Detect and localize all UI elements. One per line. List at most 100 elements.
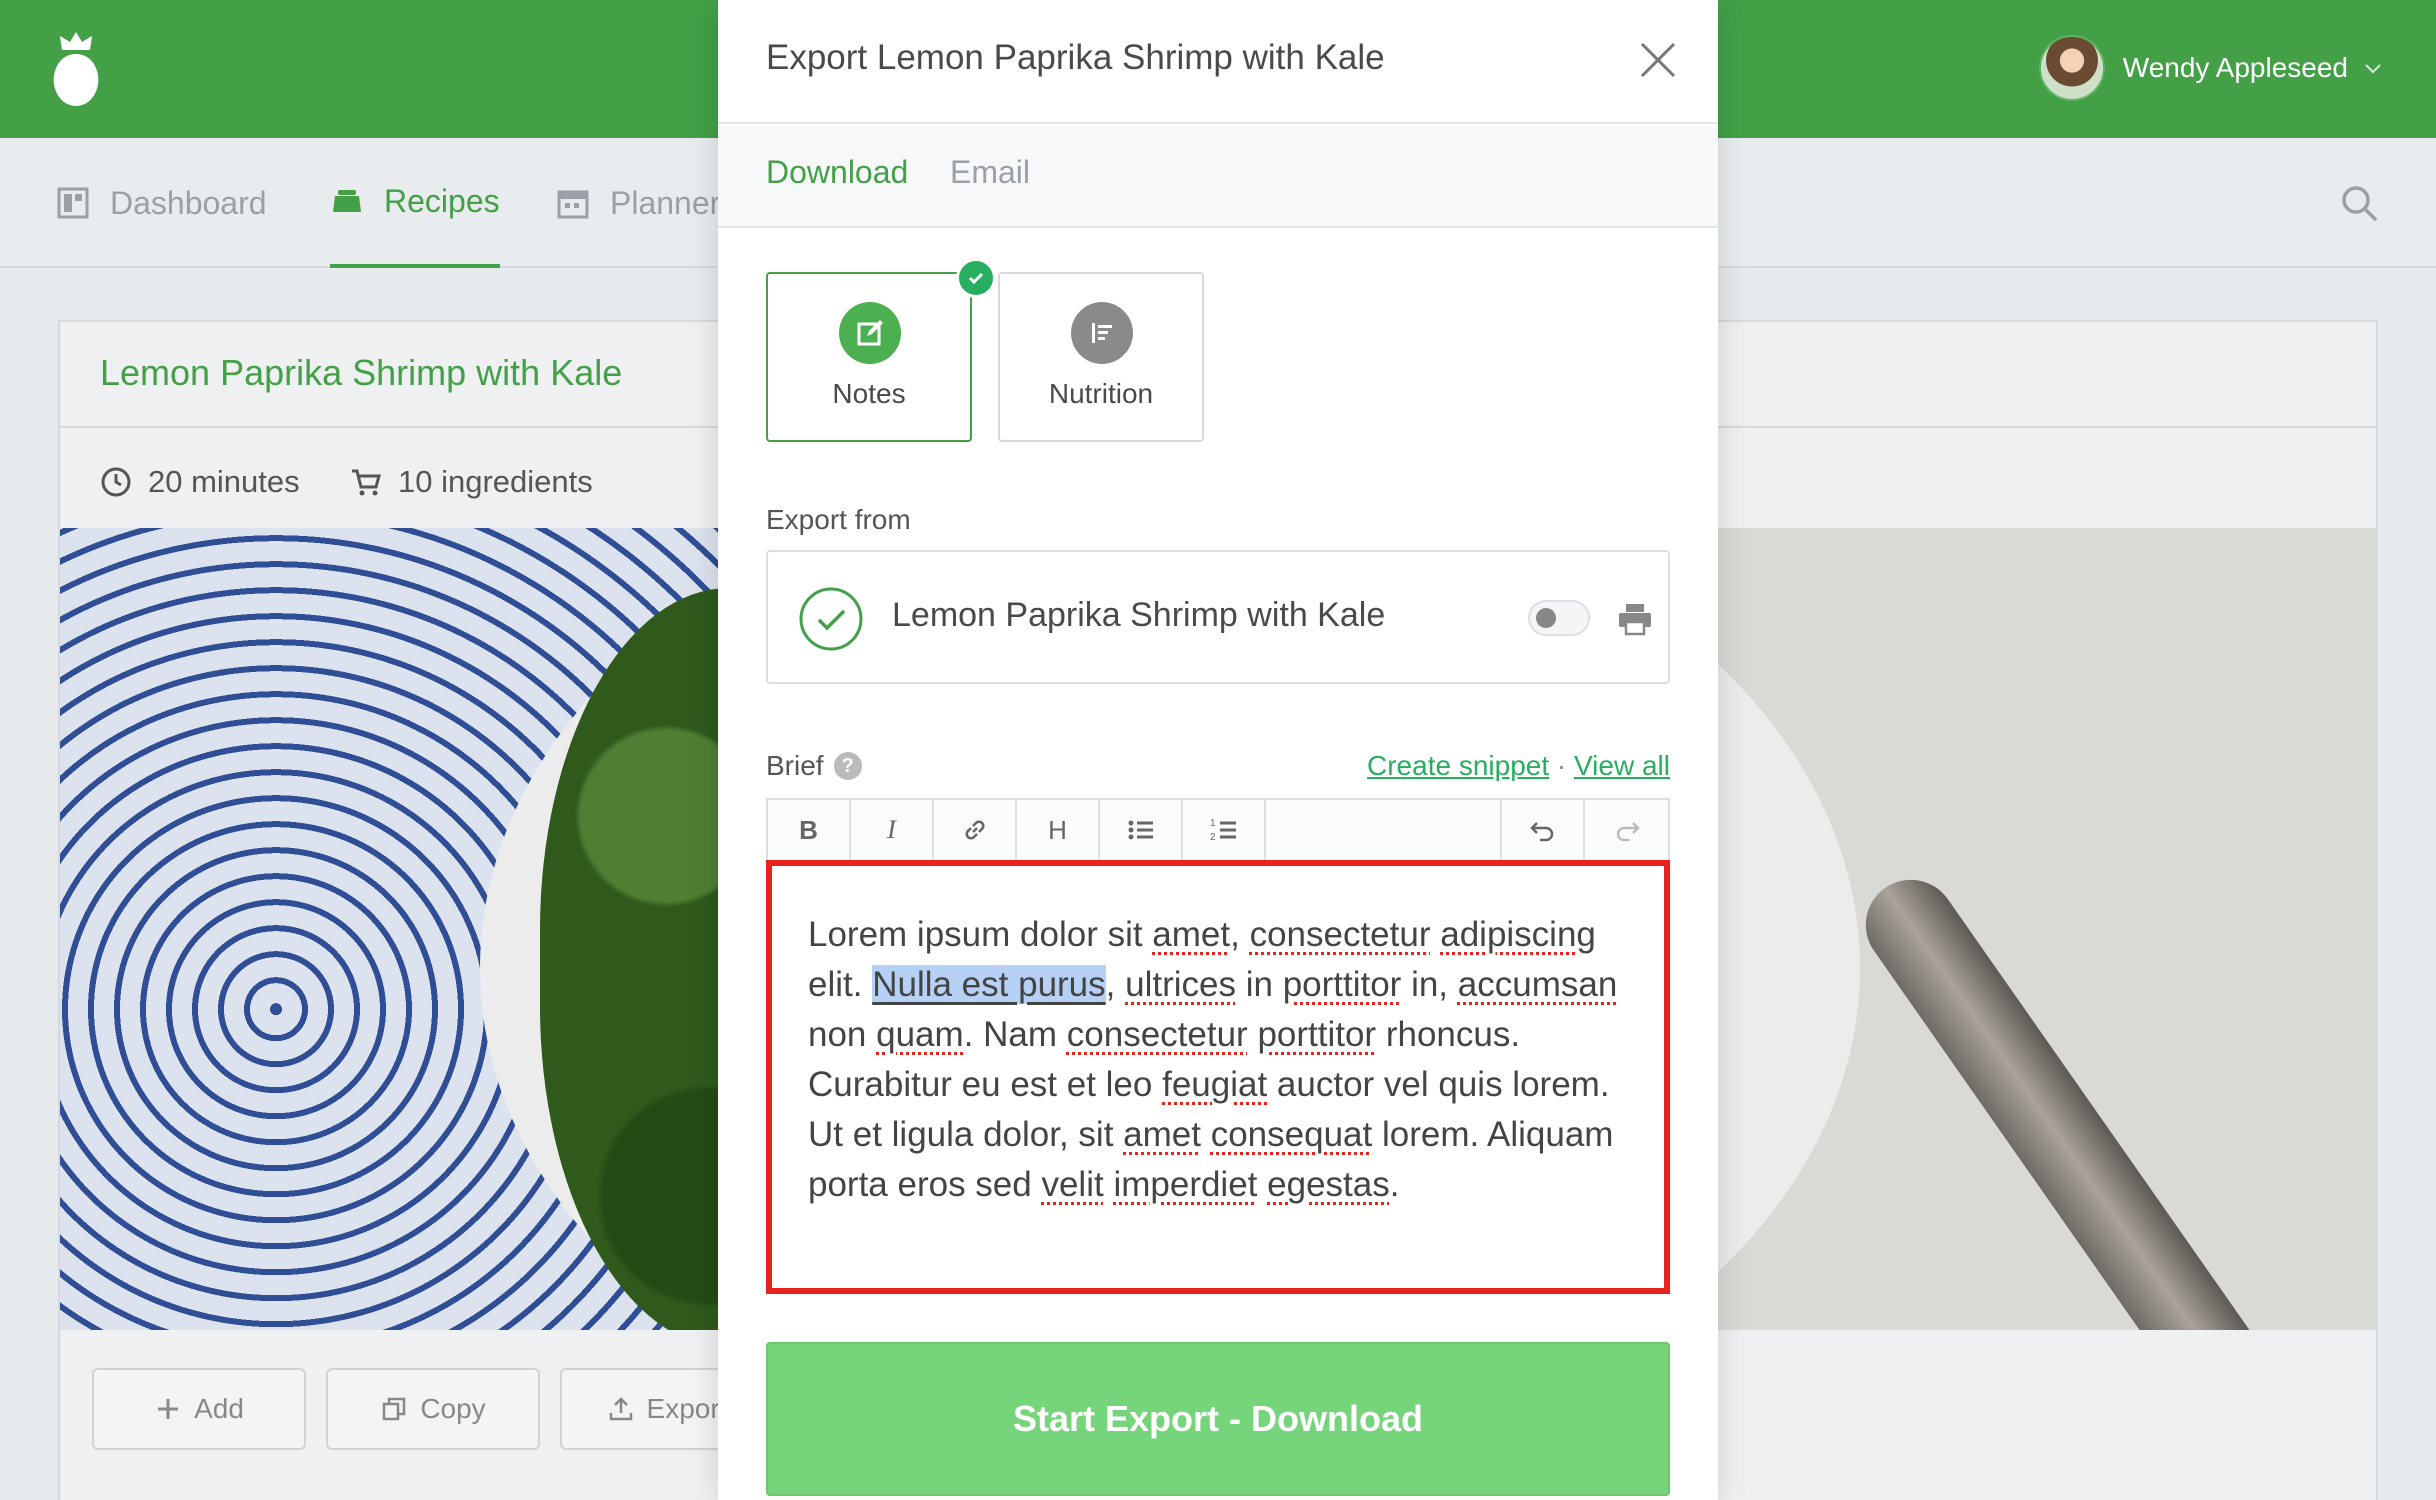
export-from-item[interactable]: Lemon Paprika Shrimp with Kale: [766, 550, 1670, 684]
modal-tabs: Download Email: [718, 126, 1718, 228]
template-notes[interactable]: Notes: [766, 258, 996, 442]
export-modal: Export Lemon Paprika Shrimp with Kale Do…: [718, 0, 1718, 1500]
printer-icon[interactable]: [1616, 600, 1654, 638]
selected-link-text[interactable]: Nulla est purus: [872, 965, 1106, 1004]
misspelled-word: ultrices: [1125, 965, 1236, 1004]
svg-text:2: 2: [1210, 832, 1216, 843]
template-notes-label: Notes: [832, 378, 906, 409]
check-icon: [956, 258, 996, 298]
export-item-name: Lemon Paprika Shrimp with Kale: [892, 596, 1386, 634]
text-run: [1104, 1165, 1114, 1204]
print-toggle[interactable]: [1528, 600, 1590, 636]
export-from-label: Export from: [766, 504, 911, 535]
text-run: in,: [1401, 965, 1458, 1004]
undo-icon: [1529, 822, 1553, 842]
link-button[interactable]: [934, 800, 1017, 860]
logo-icon[interactable]: [48, 28, 104, 108]
text-run: ,: [1105, 965, 1126, 1004]
calendar-icon: [557, 190, 589, 219]
recipe-ingredients-label: 10 ingredients: [398, 464, 593, 499]
link-separator: ·: [1556, 750, 1567, 781]
help-icon[interactable]: ?: [833, 752, 862, 780]
heading-button[interactable]: H: [1017, 800, 1100, 860]
brief-label-text: Brief: [766, 750, 824, 781]
tab-download[interactable]: Download: [766, 154, 908, 191]
cart-icon: [352, 469, 381, 496]
template-nutrition-label: Nutrition: [1048, 378, 1154, 409]
copy-icon: [383, 1397, 406, 1421]
misspelled-word: amet: [1123, 1115, 1201, 1154]
export-button-label: Export: [646, 1393, 728, 1424]
redo-button[interactable]: [1585, 800, 1668, 860]
text-run: Lorem ipsum dolor sit: [808, 915, 1153, 954]
recipe-actions: Add Copy Export: [92, 1368, 774, 1450]
undo-button[interactable]: [1502, 800, 1585, 860]
search-icon[interactable]: [2338, 182, 2380, 224]
misspelled-word: amet: [1152, 915, 1231, 954]
misspelled-word: consectetur: [1249, 915, 1431, 954]
brief-editor[interactable]: Lorem ipsum dolor sit amet, consectetur …: [766, 860, 1670, 1294]
notes-icon-circle: [839, 302, 901, 364]
toggle-knob: [1536, 608, 1556, 628]
text-run: [1257, 1165, 1267, 1204]
user-name: Wendy Appleseed: [2122, 52, 2348, 83]
bold-button[interactable]: B: [768, 800, 851, 860]
nav-planner-label: Planner: [610, 184, 721, 221]
start-export-button[interactable]: Start Export - Download: [766, 1342, 1670, 1496]
misspelled-word: adipiscing: [1440, 915, 1596, 954]
misspelled-word: porttitor: [1257, 1015, 1377, 1054]
text-run: . Nam: [963, 1015, 1067, 1054]
bulleted-list-button[interactable]: [1100, 800, 1183, 860]
heading-button-label: H: [1048, 814, 1067, 845]
brief-label: Brief ?: [766, 750, 862, 782]
text-run: [1201, 1115, 1211, 1154]
toolbar-spacer: [1266, 800, 1502, 860]
editor-toolbar: B I H 1 2: [766, 798, 1670, 860]
numbered-list-icon: 1 2: [1210, 818, 1236, 843]
view-all-link[interactable]: View all: [1574, 750, 1670, 781]
upload-icon: [609, 1397, 632, 1421]
italic-button-label: I: [887, 815, 896, 844]
avatar: [2038, 35, 2105, 101]
add-button[interactable]: Add: [92, 1368, 306, 1450]
text-run: ,: [1230, 915, 1250, 954]
close-icon[interactable]: [1638, 40, 1678, 80]
nutrition-icon-circle: [1071, 302, 1133, 364]
bold-button-label: B: [799, 814, 818, 845]
misspelled-word: consectetur: [1066, 1015, 1248, 1054]
tab-email[interactable]: Email: [950, 154, 1030, 191]
dashboard-icon: [57, 187, 89, 219]
numbered-list-button[interactable]: 1 2: [1183, 800, 1266, 860]
misspelled-word: quam: [876, 1015, 964, 1054]
nav-recipes-label: Recipes: [384, 182, 500, 219]
recipe-time: 20 minutes: [100, 452, 300, 512]
link-icon: [965, 820, 984, 840]
check-circle-icon: [799, 587, 863, 651]
nav-planner[interactable]: Planner: [556, 138, 720, 268]
nav-dashboard[interactable]: Dashboard: [56, 138, 267, 268]
add-button-label: Add: [194, 1393, 244, 1424]
edit-icon: [857, 320, 883, 346]
create-snippet-link[interactable]: Create snippet: [1367, 750, 1549, 781]
clock-icon: [101, 467, 131, 497]
template-nutrition[interactable]: Nutrition: [998, 272, 1204, 442]
redo-icon: [1616, 822, 1640, 842]
user-menu[interactable]: Wendy Appleseed: [2038, 34, 2384, 102]
misspelled-word: accumsan: [1457, 965, 1618, 1004]
recipe-ingredients: 10 ingredients: [350, 452, 593, 512]
text-run: non: [808, 1015, 877, 1054]
text-run: [1431, 915, 1441, 954]
misspelled-word: feugiat: [1162, 1065, 1268, 1104]
brief-links: Create snippet · View all: [1367, 750, 1670, 782]
nav-recipes[interactable]: Recipes: [330, 138, 500, 268]
plus-icon: [158, 1399, 179, 1419]
modal-header: Export Lemon Paprika Shrimp with Kale: [718, 0, 1718, 124]
recipes-icon: [333, 190, 361, 212]
misspelled-word: imperdiet: [1113, 1165, 1258, 1204]
recipe-time-label: 20 minutes: [148, 464, 300, 499]
italic-button[interactable]: I: [851, 800, 934, 860]
align-left-icon: [1092, 323, 1112, 343]
copy-button-label: Copy: [420, 1393, 486, 1424]
text-run: [1248, 1015, 1258, 1054]
copy-button[interactable]: Copy: [326, 1368, 540, 1450]
